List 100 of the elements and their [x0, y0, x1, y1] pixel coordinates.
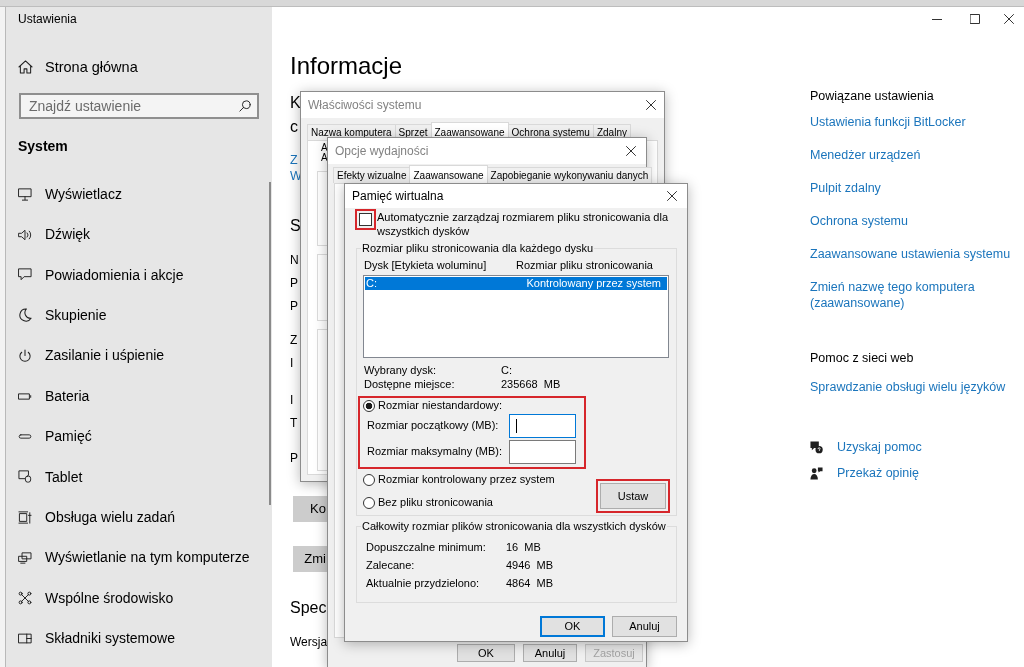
page-title: Informacje — [290, 51, 403, 81]
section-heading: S — [290, 216, 301, 236]
sidebar-item[interactable]: Powiadomienia i akcje — [18, 254, 184, 296]
search-field[interactable]: Znajdź ustawienie — [19, 93, 259, 119]
radio-button[interactable] — [363, 496, 375, 509]
sidebar-item[interactable]: Bateria — [18, 375, 90, 417]
help-bubble-icon — [810, 440, 823, 454]
person-icon — [810, 466, 823, 480]
sidebar-item[interactable]: Wyświetlacz — [18, 174, 122, 215]
info-label: Dopuszczalne minimum: — [366, 540, 487, 555]
support-link[interactable]: Uzyskaj pomoc — [810, 439, 922, 455]
link[interactable]: Z — [290, 152, 298, 168]
close-icon — [626, 146, 636, 156]
subheading-text: c — [290, 117, 298, 137]
support-link[interactable]: Przekaż opinię — [810, 465, 919, 481]
window-title: Ustawienia — [18, 11, 77, 27]
scrollbar[interactable] — [269, 182, 271, 505]
sidebar-item[interactable]: Składniki systemowe — [18, 618, 175, 659]
info-value: 4864 MB — [506, 576, 554, 591]
info-label: Dostępne miejsce: — [364, 377, 456, 391]
info-label: Aktualnie przydzielono: — [366, 576, 481, 591]
text-cursor-icon — [516, 419, 517, 433]
tablet-icon — [18, 470, 32, 484]
related-link[interactable]: Ustawienia funkcji BitLocker — [810, 114, 966, 130]
sidebar-item[interactable]: Skupienie — [18, 295, 107, 336]
list-cell-text: C: — [365, 277, 378, 290]
category-heading: System — [18, 137, 68, 156]
label-text: Z — [290, 332, 298, 349]
label-text: P — [290, 298, 298, 315]
field-label: Rozmiar początkowy (MB): — [367, 419, 499, 433]
speech-bubble-icon — [18, 268, 32, 282]
section-title: Powiązane ustawienia — [810, 88, 934, 105]
info-value: C: — [501, 363, 512, 377]
connected-nodes-icon — [18, 591, 32, 606]
dialog-button[interactable]: OK — [457, 644, 515, 662]
label-text: P — [290, 275, 298, 292]
option-label: Rozmiar kontrolowany przez system — [378, 473, 555, 486]
screens-icon — [18, 551, 32, 564]
dialog-button[interactable]: Anuluj — [523, 644, 577, 662]
tab[interactable]: Zapobieganie wykonywaniu danych — [486, 167, 653, 183]
power-icon — [18, 348, 32, 363]
option-label: Bez pliku stronicowania — [378, 496, 493, 509]
input-field[interactable] — [509, 414, 576, 438]
input-field[interactable] — [509, 440, 576, 464]
list-cell-text: Kontrolowany przez system — [525, 277, 662, 290]
dialog-title: Opcje wydajności — [335, 144, 429, 158]
speaker-icon — [18, 228, 32, 241]
sidebar-item[interactable]: Obsługa wielu zadań — [18, 497, 175, 538]
home-link[interactable]: Strona główna — [18, 57, 138, 77]
group-label: Całkowity rozmiar plików stronicowania dla wszystkich dysków — [361, 519, 667, 533]
description-text: A — [321, 143, 328, 153]
help-link[interactable]: Sprawdzanie obsługi wielu języków — [810, 379, 1006, 395]
related-link[interactable]: Pulpit zdalny — [810, 180, 881, 196]
info-label: Wybrany dysk: — [364, 363, 438, 377]
close-icon — [1004, 14, 1014, 24]
tab[interactable]: Efekty wizualne — [333, 167, 411, 183]
monitor-icon — [18, 187, 32, 201]
dialog-button[interactable]: OK — [540, 616, 605, 637]
tab[interactable]: Nazwa komputera — [307, 124, 396, 140]
label-text: N — [290, 252, 299, 269]
section-title: Pomoc z sieci web — [810, 350, 914, 367]
info-value: 235668 MB — [501, 377, 561, 391]
related-link[interactable]: Zmień nazwę tego komputera (zaawansowane) — [810, 279, 1015, 311]
sidebar-item[interactable]: Wyświetlanie na tym komputerze — [18, 537, 250, 578]
label-text: P — [290, 450, 298, 467]
field-label: Rozmiar maksymalny (MB): — [367, 445, 503, 459]
moon-icon — [18, 308, 32, 323]
search-icon — [239, 100, 251, 112]
sidebar-item[interactable]: Zasilanie i uśpienie — [18, 335, 165, 376]
radio-button[interactable] — [363, 399, 375, 412]
group-label: Rozmiar pliku stronicowania dla każdego dysku — [361, 241, 595, 255]
sidebar-item[interactable]: Pamięć — [18, 416, 92, 457]
section-heading: Spec — [290, 598, 327, 618]
info-value: 4946 MB — [506, 558, 554, 573]
related-link[interactable]: Ochrona systemu — [810, 213, 908, 229]
column-header: Rozmiar pliku stronicowania — [516, 258, 653, 272]
dialog-title: Pamięć wirtualna — [352, 189, 444, 203]
battery-icon — [18, 392, 32, 400]
panel-icon — [18, 633, 32, 644]
list-row[interactable]: C: Kontrolowany przez system — [365, 277, 667, 290]
drive-list[interactable]: C: Kontrolowany przez system — [363, 275, 669, 358]
dialog-title: Właściwości systemu — [308, 98, 422, 112]
info-label: Zalecane: — [366, 558, 416, 573]
sidebar-item[interactable]: Wspólne środowisko — [18, 577, 174, 619]
button[interactable]: Zmi — [293, 546, 327, 572]
home-icon — [18, 60, 33, 74]
dialog-button[interactable]: Ustaw — [600, 483, 666, 509]
option-label: Rozmiar niestandardowy: — [378, 399, 503, 412]
tab[interactable]: Zaawansowane — [409, 165, 488, 183]
button[interactable]: Ko — [293, 496, 327, 522]
label-text: Wersja — [290, 634, 328, 651]
dialog-button[interactable]: Anuluj — [612, 616, 677, 637]
sidebar-item[interactable]: Tablet — [18, 456, 83, 498]
related-link[interactable]: Zaawansowane ustawienia systemu — [810, 246, 1011, 262]
label-text: I — [290, 392, 294, 409]
info-value: 16 MB — [506, 540, 541, 555]
radio-button[interactable] — [363, 473, 375, 486]
related-link[interactable]: Menedżer urządzeń — [810, 147, 921, 163]
label-text: T — [290, 415, 298, 432]
sidebar-item[interactable]: Dźwięk — [18, 214, 91, 255]
